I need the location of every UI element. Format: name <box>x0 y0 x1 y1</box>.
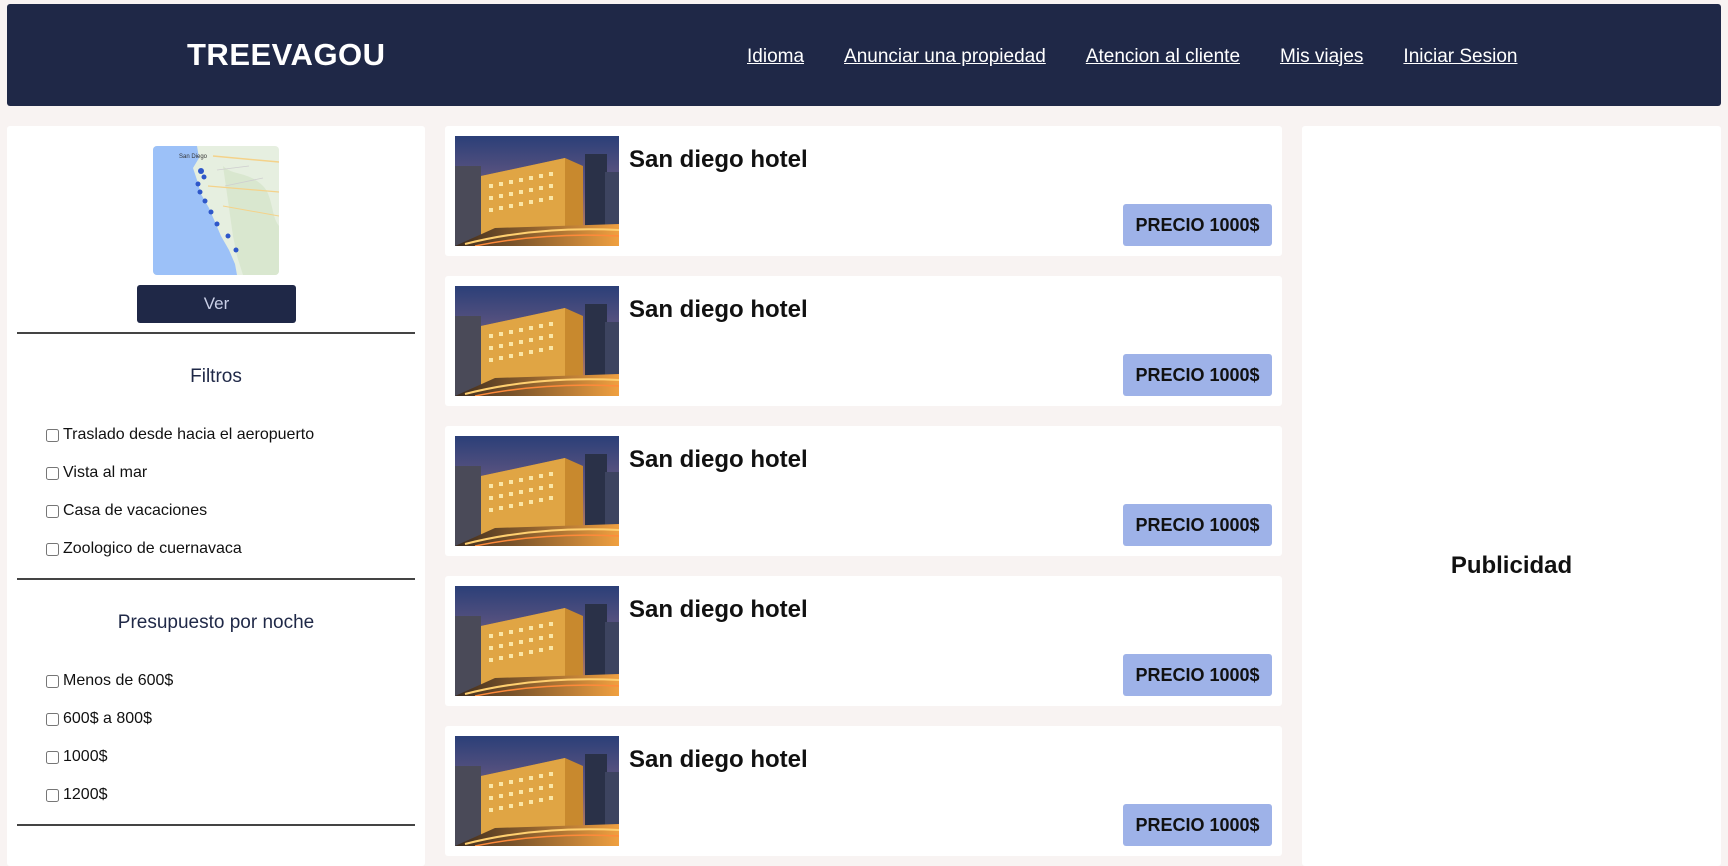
filter-sea-view-checkbox[interactable] <box>46 466 59 480</box>
budget-1000-checkbox[interactable] <box>46 750 59 764</box>
ad-label: Publicidad <box>1450 552 1573 579</box>
budget-1200[interactable]: 1200$ <box>46 786 108 804</box>
price-button[interactable]: PRECIO 1000$ <box>1123 504 1272 546</box>
nav-link-my-trips[interactable]: Mis viajes <box>1280 46 1363 68</box>
divider <box>17 824 415 826</box>
hotel-image <box>455 136 619 246</box>
hotel-photo[interactable] <box>455 586 619 696</box>
filter-airport-transfer-checkbox[interactable] <box>46 428 59 442</box>
nav-link-list-property[interactable]: Anunciar una propiedad <box>844 46 1046 68</box>
budget-label: 1000$ <box>63 748 108 765</box>
filter-label: Zoologico de cuernavaca <box>63 540 242 557</box>
hotel-card[interactable]: San diego hotel PRECIO 1000$ <box>445 426 1282 556</box>
budget-under-600-checkbox[interactable] <box>46 674 59 688</box>
hotel-card[interactable]: San diego hotel PRECIO 1000$ <box>445 276 1282 406</box>
hotel-name[interactable]: San diego hotel <box>629 446 808 474</box>
hotel-photo[interactable] <box>455 286 619 396</box>
budget-title: Presupuesto por noche <box>117 612 315 633</box>
divider <box>17 578 415 580</box>
hotel-card[interactable]: San diego hotel PRECIO 1000$ <box>445 126 1282 256</box>
filter-zoo-checkbox[interactable] <box>46 542 59 556</box>
filter-label: Casa de vacaciones <box>63 502 208 519</box>
svg-text:San Diego: San Diego <box>179 154 208 160</box>
hotel-photo[interactable] <box>455 736 619 846</box>
price-button[interactable]: PRECIO 1000$ <box>1123 804 1272 846</box>
map-image: San Diego <box>153 146 279 275</box>
budget-label: 1200$ <box>63 786 108 803</box>
top-nav-bar: TREEVAGOU Idioma Anunciar una propiedad … <box>7 4 1721 106</box>
hotel-name[interactable]: San diego hotel <box>629 146 808 174</box>
filter-sidebar: San Diego Ver Filtros Traslado desde hac… <box>7 126 425 866</box>
hotel-photo[interactable] <box>455 136 619 246</box>
budget-label: Menos de 600$ <box>63 672 174 689</box>
hotel-image <box>455 286 619 396</box>
budget-label: 600$ a 800$ <box>63 710 152 727</box>
hotel-card[interactable]: San diego hotel PRECIO 1000$ <box>445 726 1282 856</box>
view-map-button[interactable]: Ver <box>137 285 296 323</box>
filter-airport-transfer[interactable]: Traslado desde hacia el aeropuerto <box>46 426 314 444</box>
filter-zoo[interactable]: Zoologico de cuernavaca <box>46 540 242 558</box>
hotel-name[interactable]: San diego hotel <box>629 746 808 774</box>
filter-vacation-home-checkbox[interactable] <box>46 504 59 518</box>
budget-600-800-checkbox[interactable] <box>46 712 59 726</box>
nav-link-language[interactable]: Idioma <box>747 46 804 68</box>
filter-label: Vista al mar <box>63 464 148 481</box>
brand-logo[interactable]: TREEVAGOU <box>187 37 386 73</box>
ad-panel: Publicidad <box>1302 126 1721 866</box>
map-thumbnail[interactable]: San Diego <box>153 146 279 275</box>
budget-1200-checkbox[interactable] <box>46 788 59 802</box>
nav-link-customer-service[interactable]: Atencion al cliente <box>1086 46 1240 68</box>
filter-vacation-home[interactable]: Casa de vacaciones <box>46 502 207 520</box>
price-button[interactable]: PRECIO 1000$ <box>1123 204 1272 246</box>
hotel-name[interactable]: San diego hotel <box>629 296 808 324</box>
divider <box>17 332 415 334</box>
hotel-name[interactable]: San diego hotel <box>629 596 808 624</box>
hotel-image <box>455 736 619 846</box>
main-nav: Idioma Anunciar una propiedad Atencion a… <box>747 46 1557 68</box>
budget-600-800[interactable]: 600$ a 800$ <box>46 710 152 728</box>
budget-1000[interactable]: 1000$ <box>46 748 108 766</box>
hotel-image <box>455 586 619 696</box>
filters-title: Filtros <box>190 366 242 387</box>
hotel-card[interactable]: San diego hotel PRECIO 1000$ <box>445 576 1282 706</box>
budget-under-600[interactable]: Menos de 600$ <box>46 672 173 690</box>
nav-link-sign-in[interactable]: Iniciar Sesion <box>1403 46 1517 68</box>
hotel-photo[interactable] <box>455 436 619 546</box>
price-button[interactable]: PRECIO 1000$ <box>1123 654 1272 696</box>
hotel-image <box>455 436 619 546</box>
filter-sea-view[interactable]: Vista al mar <box>46 464 147 482</box>
price-button[interactable]: PRECIO 1000$ <box>1123 354 1272 396</box>
filter-label: Traslado desde hacia el aeropuerto <box>63 426 315 443</box>
